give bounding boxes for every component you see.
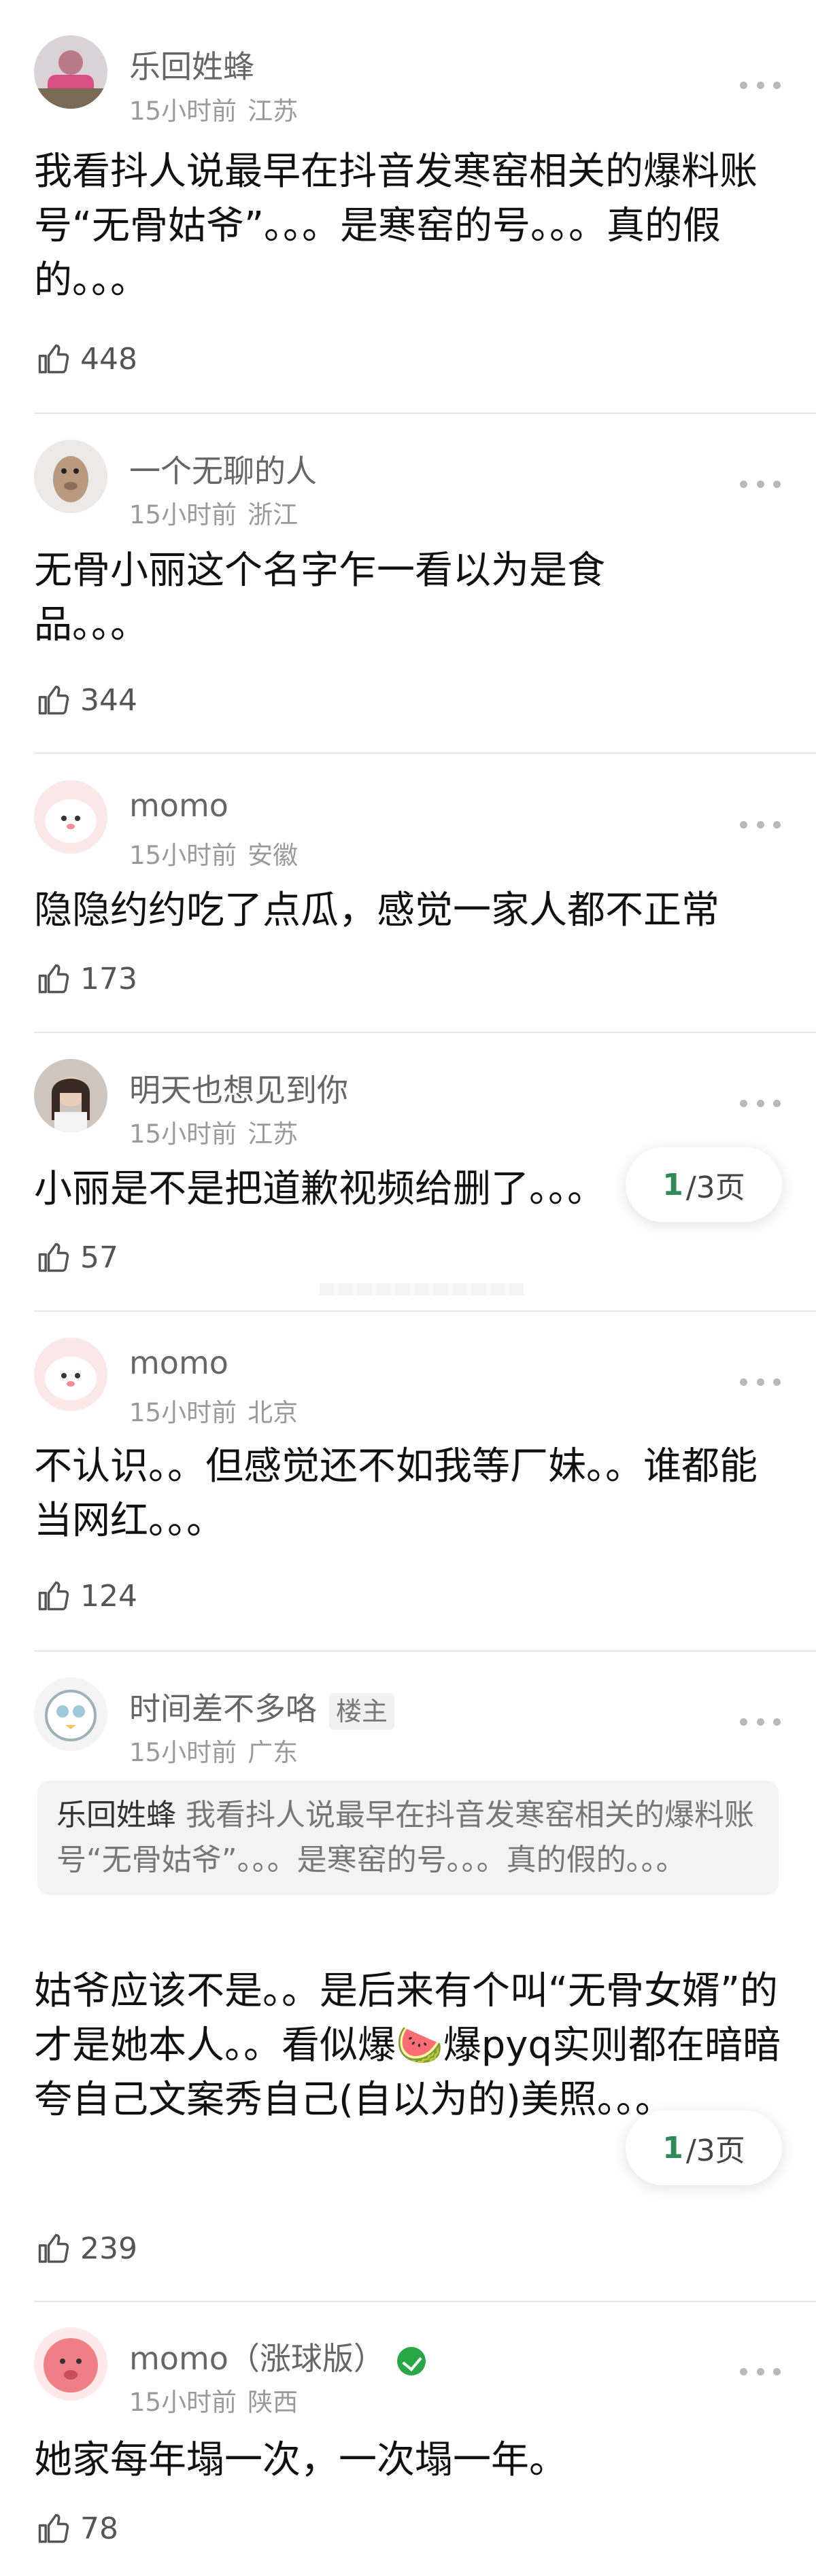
timestamp: 15小时前 [129,841,237,870]
username[interactable]: momo（涨球版） [129,2334,426,2379]
comment-meta: 15小时前 广东 [129,1732,309,1769]
like-button[interactable]: 78 [35,2508,118,2549]
timestamp: 15小时前 [129,2388,237,2417]
avatar[interactable] [34,440,107,513]
thumbs-up-icon [38,1242,69,1272]
avatar[interactable] [34,1338,107,1411]
like-button[interactable]: 124 [35,1576,137,1616]
username[interactable]: momo [129,1344,228,1381]
comment-meta: 15小时前 浙江 [129,494,309,531]
location: 江苏 [248,1119,299,1149]
username[interactable]: 乐回姓蜂 [129,42,254,87]
like-button[interactable]: 173 [35,958,137,999]
like-count: 173 [80,961,137,996]
page-indicator[interactable]: 1/3页 [626,1147,782,1222]
divider [34,1650,816,1652]
location: 浙江 [248,500,299,529]
avatar[interactable] [34,1677,107,1751]
timestamp: 15小时前 [129,97,237,126]
thumbs-up-icon [38,685,69,715]
timestamp: 15小时前 [129,500,237,529]
more-options-icon[interactable] [740,1372,781,1392]
username[interactable]: 时间差不多咯 楼主 [129,1684,395,1730]
quoted-username: 乐回姓蜂 [56,1798,176,1832]
current-page: 1 [662,2130,683,2165]
comment-meta: 15小时前 安徽 [129,835,309,871]
location: 广东 [248,1738,299,1767]
thumbs-up-icon [38,2233,69,2263]
avatar[interactable] [34,780,107,854]
timestamp: 15小时前 [129,1398,237,1427]
location: 安徽 [248,841,299,870]
username[interactable]: momo [129,787,228,824]
comment-text: 不认识。。但感觉还不如我等厂妹。。谁都能当网红。。。 [34,1444,758,1543]
op-badge: 楼主 [329,1692,395,1730]
divider [34,752,816,754]
total-pages: /3页 [685,1170,745,1205]
more-options-icon[interactable] [740,1711,781,1732]
like-button[interactable]: 57 [35,1237,118,1278]
username[interactable]: 明天也想见到你 [129,1066,348,1111]
avatar[interactable] [34,2327,107,2401]
divider [34,1032,816,1033]
comment-meta: 15小时前 北京 [129,1392,309,1429]
comment-meta: 15小时前 陕西 [129,2382,309,2418]
avatar[interactable] [34,1059,107,1132]
avatar[interactable] [34,35,107,109]
timestamp: 15小时前 [129,1738,237,1767]
timestamp: 15小时前 [129,1119,237,1149]
more-options-icon[interactable] [740,2361,781,2382]
more-options-icon[interactable] [740,474,781,494]
like-count: 57 [80,1240,118,1275]
comment-text: 我看抖人说最早在抖音发寒窑相关的爆料账号“无骨姑爷”。。。是寒窑的号。。。真的假… [34,150,758,302]
comment-text: 她家每年塌一次，一次塌一年。 [34,2438,567,2482]
thumbs-up-icon [38,2513,69,2543]
location: 江苏 [248,97,299,126]
location: 北京 [248,1398,299,1427]
username-text: 时间差不多咯 [129,1690,317,1727]
comment-text: 隐隐约约吃了点瓜，感觉一家人都不正常 [34,888,719,933]
divider [34,413,816,414]
like-button[interactable]: 448 [35,338,137,379]
username-text: momo（涨球版） [129,2340,385,2377]
like-count: 78 [80,2511,118,2546]
comment-meta: 15小时前 江苏 [129,1113,309,1150]
more-options-icon[interactable] [740,1093,781,1113]
comment-meta: 15小时前 江苏 [129,90,309,127]
divider [34,2301,816,2302]
divider [34,1310,816,1312]
like-count: 239 [80,2231,137,2266]
more-options-icon[interactable] [740,814,781,835]
page-indicator[interactable]: 1/3页 [626,2110,782,2185]
current-page: 1 [662,1167,683,1202]
username[interactable]: 一个无聊的人 [129,447,317,491]
comment-text: 姑爷应该不是。。是后来有个叫“无骨女婿”的才是她本人。。看似爆🍉爆pyq实则都在… [34,1969,781,2122]
total-pages: /3页 [685,2134,745,2168]
like-button[interactable]: 344 [35,680,137,720]
quoted-reply[interactable]: 乐回姓蜂 我看抖人说最早在抖音发寒窑相关的爆料账号“无骨姑爷”。。。是寒窑的号。。… [37,1781,779,1895]
location: 陕西 [248,2388,299,2417]
like-count: 124 [80,1578,137,1614]
like-count: 344 [80,682,137,718]
more-options-icon[interactable] [740,75,781,95]
verified-icon [396,2346,426,2375]
thumbs-up-icon [38,344,69,374]
thumbs-up-icon [38,964,69,994]
like-count: 448 [80,341,137,377]
comment-text: 无骨小丽这个名字乍一看以为是食品。。。 [34,549,605,647]
watermark [320,1283,524,1295]
thumbs-up-icon [38,1581,69,1611]
like-button[interactable]: 239 [35,2228,137,2269]
